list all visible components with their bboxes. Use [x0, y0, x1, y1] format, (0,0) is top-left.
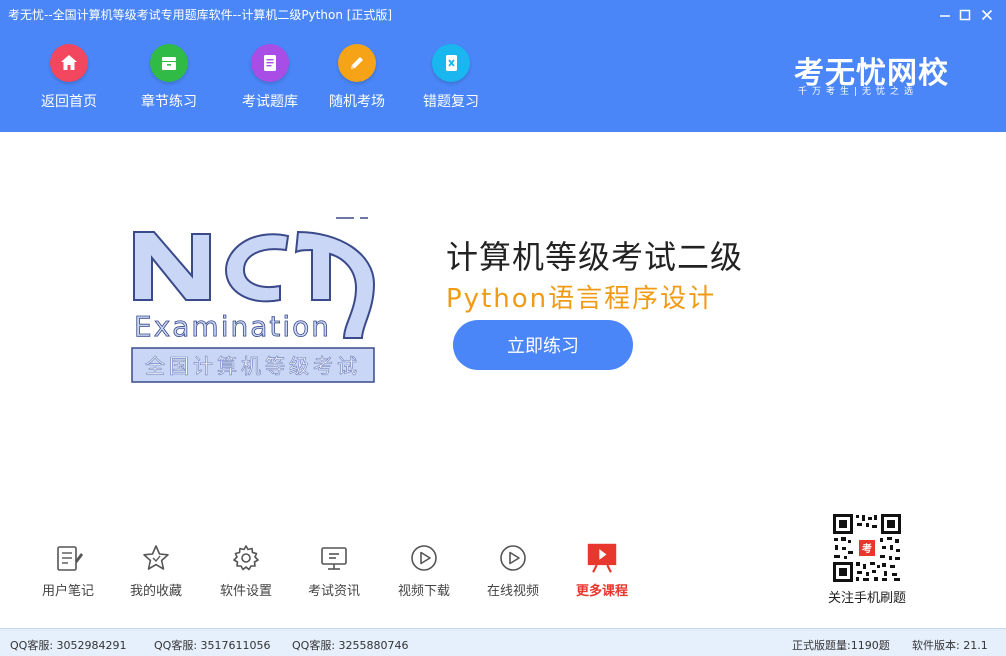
notebook-icon — [52, 540, 84, 576]
tool-label: 软件设置 — [219, 584, 272, 599]
title-bar: 考无忧--全国计算机等级考试专用题库软件--计算机二级Python [正式版] — [0, 0, 1006, 30]
ncre-logo: Examination 全国计算机等级考试 — [131, 217, 376, 383]
brand-slogan: 千万考生|无忧之选 — [798, 87, 919, 97]
window-title: 考无忧--全国计算机等级考试专用题库软件--计算机二级Python [正式版] — [8, 8, 393, 22]
svg-text:考: 考 — [862, 542, 872, 555]
qq-service-2: QQ客服: 3517611056 — [154, 639, 271, 652]
course-board-icon — [586, 540, 618, 576]
tool-label: 更多课程 — [575, 584, 628, 599]
tool-software-settings[interactable]: 软件设置 — [206, 540, 286, 610]
nav-label: 章节练习 — [141, 94, 197, 110]
logo-caption: 全国计算机等级考试 — [145, 354, 361, 378]
star-icon — [140, 540, 172, 576]
nav-exam-bank[interactable]: 考试题库 — [230, 44, 310, 114]
tool-my-favorites[interactable]: 我的收藏 — [116, 540, 196, 610]
qq-service-1: QQ客服: 3052984291 — [10, 639, 127, 652]
status-bar: QQ客服: 3052984291 QQ客服: 3517611056 QQ客服: … — [0, 628, 1006, 656]
tool-exam-news[interactable]: 考试资讯 — [294, 540, 374, 610]
tool-label: 视频下载 — [397, 584, 450, 599]
tool-label: 用户笔记 — [41, 584, 94, 599]
header-bar: 考无忧--全国计算机等级考试专用题库软件--计算机二级Python [正式版] … — [0, 0, 1006, 132]
nav-home[interactable]: 返回首页 — [29, 44, 109, 114]
hero-title: 计算机等级考试二级 — [446, 238, 744, 276]
maximize-icon — [959, 9, 971, 21]
folder-icon — [150, 44, 188, 82]
nav-random-exam[interactable]: 随机考场 — [317, 44, 397, 114]
nav-wrong-review[interactable]: 错题复习 — [411, 44, 491, 114]
brand-logo: 考无忧网校 千万考生|无忧之选 — [794, 48, 964, 98]
pencil-icon — [338, 44, 376, 82]
close-icon — [981, 9, 993, 21]
play-circle-icon — [497, 540, 529, 576]
minimize-icon — [940, 15, 950, 17]
tool-more-courses[interactable]: 更多课程 — [562, 540, 642, 610]
qr-code[interactable]: 考 — [832, 513, 902, 583]
nav-label: 考试题库 — [242, 94, 298, 110]
qq-service-3: QQ客服: 3255880746 — [292, 639, 409, 652]
question-count: 正式版题量:1190题 — [792, 639, 890, 652]
wrong-review-icon — [432, 44, 470, 82]
start-practice-button[interactable]: 立即练习 — [453, 320, 633, 370]
tool-label: 我的收藏 — [129, 584, 182, 599]
tool-user-notes[interactable]: 用户笔记 — [28, 540, 108, 610]
document-icon — [251, 44, 289, 82]
nav-label: 随机考场 — [329, 94, 385, 110]
monitor-icon — [318, 540, 350, 576]
tool-video-download[interactable]: 视频下载 — [384, 540, 464, 610]
tool-online-video[interactable]: 在线视频 — [473, 540, 553, 610]
close-button[interactable] — [976, 4, 998, 26]
home-icon — [50, 44, 88, 82]
nav-label: 返回首页 — [41, 94, 97, 110]
maximize-button[interactable] — [954, 4, 976, 26]
nav-label: 错题复习 — [423, 94, 479, 110]
play-circle-icon — [408, 540, 440, 576]
qr-caption: 关注手机刷题 — [827, 591, 906, 606]
nav-chapter-practice[interactable]: 章节练习 — [129, 44, 209, 114]
gear-icon — [230, 540, 262, 576]
logo-word: Examination — [134, 310, 331, 343]
minimize-button[interactable] — [934, 4, 956, 26]
tool-label: 考试资讯 — [307, 584, 360, 599]
tool-label: 在线视频 — [486, 584, 539, 599]
hero-subtitle: Python语言程序设计 — [446, 284, 717, 314]
software-version: 软件版本: 21.1 — [912, 639, 988, 652]
